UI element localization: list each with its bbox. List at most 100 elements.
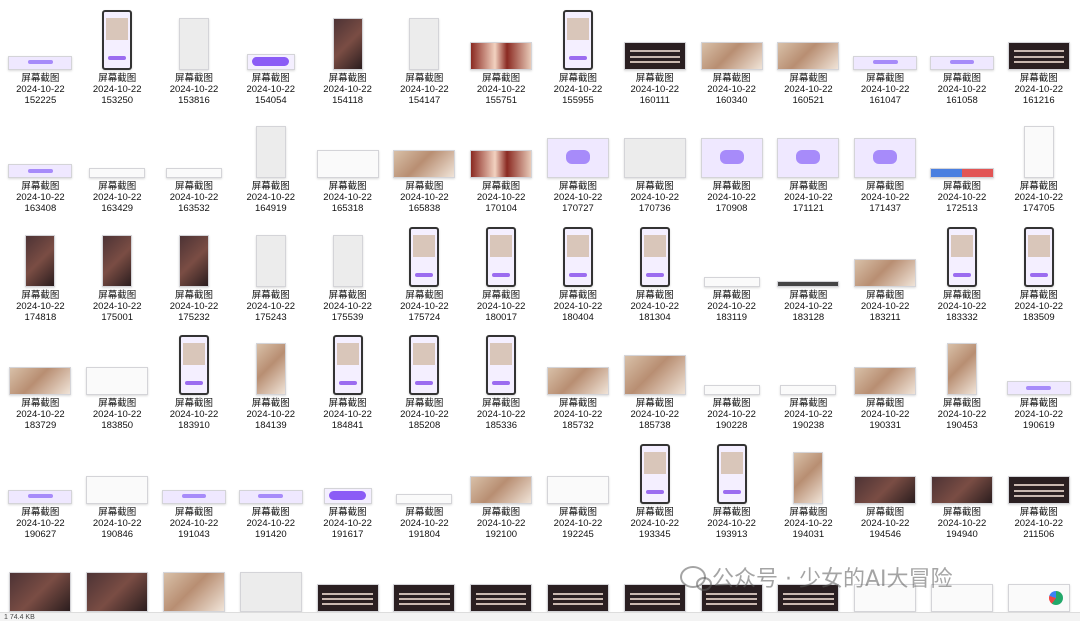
file-thumbnail[interactable] [486, 335, 517, 395]
file-item[interactable]: 屏幕截图 2024-10-22 170727 [540, 109, 617, 218]
file-item[interactable]: 屏幕截图 2024-10-22 175539 [309, 217, 386, 326]
file-thumbnail[interactable] [9, 572, 72, 612]
file-item[interactable]: 屏幕截图 2024-10-22 183119 [693, 217, 770, 326]
file-item[interactable]: 屏幕截图 2024-10-22 190846 [79, 434, 156, 543]
file-thumbnail[interactable] [323, 487, 372, 504]
file-thumbnail[interactable] [8, 55, 73, 70]
file-item[interactable]: 屏幕截图2024-10-22222118 [386, 543, 463, 612]
file-item[interactable]: 屏幕截图 2024-10-22 170104 [463, 109, 540, 218]
file-item[interactable]: 屏幕截图 2024-10-22 160111 [616, 0, 693, 109]
file-thumbnail[interactable] [716, 443, 747, 504]
file-thumbnail[interactable] [255, 343, 286, 395]
file-thumbnail[interactable] [178, 234, 209, 287]
file-thumbnail[interactable] [854, 138, 917, 178]
file-thumbnail[interactable] [486, 226, 517, 287]
file-item[interactable]: 屏幕截图 2024-10-22 190453 [924, 326, 1001, 435]
file-item[interactable]: 屏幕截图 2024-10-22 190619 [1000, 326, 1077, 435]
file-thumbnail[interactable] [178, 335, 209, 395]
file-thumbnail[interactable] [780, 385, 837, 395]
file-thumbnail[interactable] [409, 335, 440, 395]
file-thumbnail[interactable] [703, 276, 760, 287]
file-item[interactable]: 屏幕截图 2024-10-22 185738 [616, 326, 693, 435]
file-thumbnail[interactable] [929, 168, 994, 178]
file-thumbnail[interactable] [1006, 381, 1071, 395]
file-item[interactable]: 屏幕截图 2024-10-22 175232 [156, 217, 233, 326]
file-item[interactable]: 屏幕截图2024-10-22222513 [616, 543, 693, 612]
file-item[interactable]: 屏幕截图 2024-10-22 193345 [616, 434, 693, 543]
file-thumbnail[interactable] [929, 55, 994, 70]
file-item[interactable]: 屏幕截图 2024-10-22 161047 [847, 0, 924, 109]
file-thumbnail[interactable] [854, 367, 917, 395]
file-item[interactable]: 屏幕截图 2024-10-22 190331 [847, 326, 924, 435]
file-thumbnail[interactable] [9, 367, 72, 395]
file-thumbnail[interactable] [930, 584, 993, 612]
file-item[interactable]: 屏幕截图 2024-10-22 154147 [386, 0, 463, 109]
file-item[interactable]: 屏幕截图 2024-10-22 211506 [1000, 434, 1077, 543]
file-thumbnail[interactable] [86, 475, 149, 504]
file-thumbnail[interactable] [623, 138, 686, 178]
file-thumbnail[interactable] [409, 17, 440, 70]
file-thumbnail[interactable] [102, 234, 133, 287]
file-item[interactable]: 屏幕截图 2024-10-22 194546 [847, 434, 924, 543]
file-item[interactable]: 屏幕截图 2024-10-22 171437 [847, 109, 924, 218]
file-thumbnail[interactable] [332, 335, 363, 395]
file-item[interactable]: 屏幕截图2024-10-22222854 [693, 543, 770, 612]
file-thumbnail[interactable] [703, 385, 760, 395]
file-item[interactable]: 屏幕截图 2024-10-22 152225 [2, 0, 79, 109]
file-item[interactable]: 屏幕截图 2024-10-22 163408 [2, 109, 79, 218]
file-thumbnail[interactable] [332, 234, 363, 287]
file-thumbnail[interactable] [316, 584, 379, 612]
file-item[interactable]: 屏幕截图 2024-10-22 174818 [2, 217, 79, 326]
file-item[interactable]: 屏幕截图2024-10-22231513 [847, 543, 924, 612]
file-item[interactable]: 屏幕截图 2024-10-22 191804 [386, 434, 463, 543]
file-thumbnail[interactable] [793, 451, 824, 504]
file-item[interactable]: 屏幕截图 2024-10-22 163429 [79, 109, 156, 218]
file-thumbnail[interactable] [1007, 584, 1070, 612]
file-thumbnail[interactable] [946, 343, 977, 395]
file-thumbnail[interactable] [470, 475, 533, 504]
file-thumbnail[interactable] [623, 355, 686, 395]
file-item[interactable]: 屏幕截图 2024-10-22 194940 [924, 434, 1001, 543]
file-thumbnail[interactable] [854, 475, 917, 504]
file-thumbnail[interactable] [546, 475, 609, 504]
file-item[interactable]: 屏幕截图 2024-10-22 160340 [693, 0, 770, 109]
file-thumbnail[interactable] [393, 150, 456, 178]
file-item[interactable]: 屏幕截图 2024-10-22 175724 [386, 217, 463, 326]
file-thumbnail[interactable] [165, 168, 222, 178]
file-item[interactable]: 屏幕截图 2024-10-22 185336 [463, 326, 540, 435]
file-thumbnail[interactable] [316, 150, 379, 178]
file-thumbnail[interactable] [546, 584, 609, 612]
file-thumbnail[interactable] [246, 53, 295, 70]
file-thumbnail[interactable] [1023, 226, 1054, 287]
file-thumbnail[interactable] [639, 226, 670, 287]
file-thumbnail[interactable] [25, 234, 56, 287]
file-item[interactable]: 屏幕截图 2024-10-22 175243 [232, 217, 309, 326]
file-thumbnail[interactable] [777, 584, 840, 612]
file-thumbnail[interactable] [546, 138, 609, 178]
file-item[interactable]: 屏幕截图2024-10-22222312 [540, 543, 617, 612]
file-thumbnail[interactable] [777, 138, 840, 178]
file-thumbnail[interactable] [8, 489, 73, 504]
file-thumbnail[interactable] [700, 584, 763, 612]
file-item[interactable]: 屏幕截图 2024-10-22 191617 [309, 434, 386, 543]
file-thumbnail[interactable] [86, 367, 149, 395]
file-thumbnail[interactable] [1007, 475, 1070, 504]
file-thumbnail[interactable] [562, 226, 593, 287]
file-thumbnail[interactable] [854, 258, 917, 287]
file-item[interactable]: 屏幕截图 2024-10-22 164919 [232, 109, 309, 218]
file-item[interactable]: 屏幕截图2024-10-22222958 [770, 543, 847, 612]
file-thumbnail[interactable] [161, 489, 226, 504]
file-item[interactable]: 屏幕截图 2024-10-22 185732 [540, 326, 617, 435]
file-thumbnail[interactable] [470, 150, 533, 178]
file-item[interactable]: 屏幕截图 2024-10-22 191043 [156, 434, 233, 543]
file-item[interactable]: 屏幕截图 2024-10-22 193913 [693, 434, 770, 543]
file-item[interactable]: 屏幕截图 2024-10-22 154118 [309, 0, 386, 109]
file-item[interactable]: 屏幕截图 2024-10-22 181304 [616, 217, 693, 326]
file-item[interactable]: 屏幕截图 2024-10-22 184139 [232, 326, 309, 435]
file-item[interactable]: 屏幕截图 2024-10-22 163532 [156, 109, 233, 218]
file-item[interactable]: 屏幕截图 2024-10-22 171121 [770, 109, 847, 218]
file-thumbnail[interactable] [562, 9, 593, 70]
file-thumbnail[interactable] [393, 584, 456, 612]
file-thumbnail[interactable] [332, 17, 363, 70]
file-thumbnail[interactable] [639, 443, 670, 504]
